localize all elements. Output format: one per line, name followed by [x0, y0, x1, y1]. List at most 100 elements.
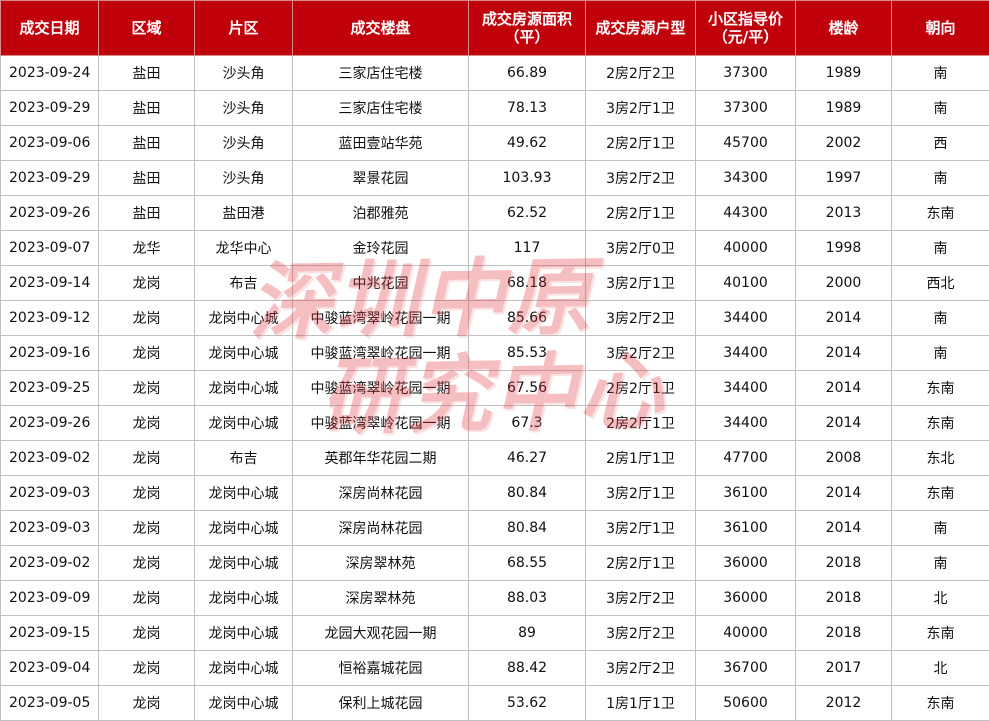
- table-row: 2023-09-25 龙岗 龙岗中心城 中骏蓝湾翠岭花园一期 67.56 2房2厅1卫 34…: [0, 370, 989, 406]
- cell-age: 2000: [795, 265, 892, 301]
- cell-orientation: 东南: [891, 475, 989, 511]
- cell-orientation: 东北: [891, 440, 989, 476]
- table-row: 2023-09-05 龙岗 龙岗中心城 保利上城花园 53.62 1房1厅1卫 50600 2…: [0, 685, 989, 721]
- cell-age: 2018: [795, 615, 892, 651]
- cell-size: 68.18: [468, 265, 586, 301]
- cell-estate: 恒裕嘉城花园: [292, 650, 469, 686]
- cell-area: 龙岗中心城: [194, 335, 293, 371]
- cell-date: 2023-09-26: [0, 195, 99, 231]
- cell-price: 36000: [695, 580, 796, 616]
- cell-area: 龙岗中心城: [194, 650, 293, 686]
- cell-date: 2023-09-02: [0, 440, 99, 476]
- cell-date: 2023-09-24: [0, 55, 99, 91]
- cell-layout: 1房1厅1卫: [585, 685, 696, 721]
- cell-size: 49.62: [468, 125, 586, 161]
- cell-layout: 2房1厅1卫: [585, 440, 696, 476]
- cell-estate: 龙园大观花园一期: [292, 615, 469, 651]
- cell-price: 45700: [695, 125, 796, 161]
- cell-price: 40100: [695, 265, 796, 301]
- cell-age: 2017: [795, 650, 892, 686]
- cell-area: 龙岗中心城: [194, 405, 293, 441]
- cell-orientation: 西: [891, 125, 989, 161]
- cell-date: 2023-09-07: [0, 230, 99, 266]
- cell-district: 龙岗: [98, 265, 195, 301]
- cell-orientation: 南: [891, 300, 989, 336]
- cell-estate: 深房尚林花园: [292, 510, 469, 546]
- cell-district: 龙岗: [98, 615, 195, 651]
- cell-layout: 3房2厅1卫: [585, 265, 696, 301]
- cell-orientation: 东南: [891, 370, 989, 406]
- cell-district: 龙岗: [98, 440, 195, 476]
- cell-area: 布吉: [194, 265, 293, 301]
- cell-estate: 英郡年华花园二期: [292, 440, 469, 476]
- cell-layout: 3房2厅1卫: [585, 90, 696, 126]
- table-row: 2023-09-29 盐田 沙头角 三家店住宅楼 78.13 3房2厅1卫 37300 198…: [0, 90, 989, 126]
- cell-layout: 2房2厅1卫: [585, 545, 696, 581]
- cell-estate: 保利上城花园: [292, 685, 469, 721]
- cell-district: 龙岗: [98, 650, 195, 686]
- cell-area: 沙头角: [194, 160, 293, 196]
- cell-size: 67.3: [468, 405, 586, 441]
- cell-age: 2014: [795, 335, 892, 371]
- cell-price: 40000: [695, 230, 796, 266]
- cell-layout: 3房2厅2卫: [585, 335, 696, 371]
- cell-district: 龙岗: [98, 580, 195, 616]
- cell-orientation: 南: [891, 545, 989, 581]
- table-row: 2023-09-24 盐田 沙头角 三家店住宅楼 66.89 2房2厅2卫 37300 198…: [0, 55, 989, 91]
- cell-date: 2023-09-03: [0, 475, 99, 511]
- cell-price: 34400: [695, 405, 796, 441]
- cell-size: 103.93: [468, 160, 586, 196]
- table-row: 2023-09-26 盐田 盐田港 泊郡雅苑 62.52 2房2厅1卫 44300 2013 东…: [0, 195, 989, 231]
- table-row: 2023-09-02 龙岗 布吉 英郡年华花园二期 46.27 2房1厅1卫 47700 20…: [0, 440, 989, 476]
- column-header-orientation: 朝向: [891, 0, 989, 56]
- cell-layout: 2房2厅1卫: [585, 125, 696, 161]
- cell-size: 85.53: [468, 335, 586, 371]
- cell-layout: 2房2厅1卫: [585, 405, 696, 441]
- cell-size: 88.03: [468, 580, 586, 616]
- cell-orientation: 西北: [891, 265, 989, 301]
- cell-estate: 深房翠林苑: [292, 545, 469, 581]
- cell-district: 盐田: [98, 90, 195, 126]
- cell-estate: 金玲花园: [292, 230, 469, 266]
- column-header-price: 小区指导价 （元/平）: [695, 0, 796, 56]
- cell-orientation: 东南: [891, 685, 989, 721]
- cell-age: 2013: [795, 195, 892, 231]
- cell-price: 37300: [695, 90, 796, 126]
- cell-district: 盐田: [98, 160, 195, 196]
- cell-size: 80.84: [468, 475, 586, 511]
- cell-district: 龙岗: [98, 335, 195, 371]
- cell-size: 88.42: [468, 650, 586, 686]
- cell-area: 龙岗中心城: [194, 580, 293, 616]
- cell-orientation: 东南: [891, 195, 989, 231]
- cell-age: 2008: [795, 440, 892, 476]
- cell-age: 2012: [795, 685, 892, 721]
- cell-size: 68.55: [468, 545, 586, 581]
- table-row: 2023-09-03 龙岗 龙岗中心城 深房尚林花园 80.84 3房2厅1卫 36100 2…: [0, 475, 989, 511]
- table-row: 2023-09-07 龙华 龙华中心 金玲花园 117 3房2厅0卫 40000 1998 南: [0, 230, 989, 266]
- header-row: 成交日期 区域 片区 成交楼盘 成交房源面积 （平） 成交房源户型 小区指导价 （元/平） 楼龄朝…: [0, 0, 989, 56]
- cell-district: 龙华: [98, 230, 195, 266]
- cell-date: 2023-09-09: [0, 580, 99, 616]
- cell-date: 2023-09-15: [0, 615, 99, 651]
- cell-layout: 3房2厅2卫: [585, 580, 696, 616]
- cell-orientation: 南: [891, 230, 989, 266]
- cell-estate: 深房尚林花园: [292, 475, 469, 511]
- cell-size: 78.13: [468, 90, 586, 126]
- cell-estate: 中骏蓝湾翠岭花园一期: [292, 335, 469, 371]
- cell-orientation: 南: [891, 160, 989, 196]
- cell-price: 36100: [695, 510, 796, 546]
- cell-area: 沙头角: [194, 55, 293, 91]
- cell-price: 36700: [695, 650, 796, 686]
- cell-estate: 蓝田壹站华苑: [292, 125, 469, 161]
- cell-date: 2023-09-05: [0, 685, 99, 721]
- cell-estate: 中骏蓝湾翠岭花园一期: [292, 300, 469, 336]
- cell-estate: 泊郡雅苑: [292, 195, 469, 231]
- cell-price: 47700: [695, 440, 796, 476]
- cell-price: 40000: [695, 615, 796, 651]
- cell-area: 龙岗中心城: [194, 510, 293, 546]
- cell-age: 2018: [795, 545, 892, 581]
- cell-age: 2002: [795, 125, 892, 161]
- cell-district: 盐田: [98, 195, 195, 231]
- cell-estate: 中骏蓝湾翠岭花园一期: [292, 370, 469, 406]
- cell-date: 2023-09-25: [0, 370, 99, 406]
